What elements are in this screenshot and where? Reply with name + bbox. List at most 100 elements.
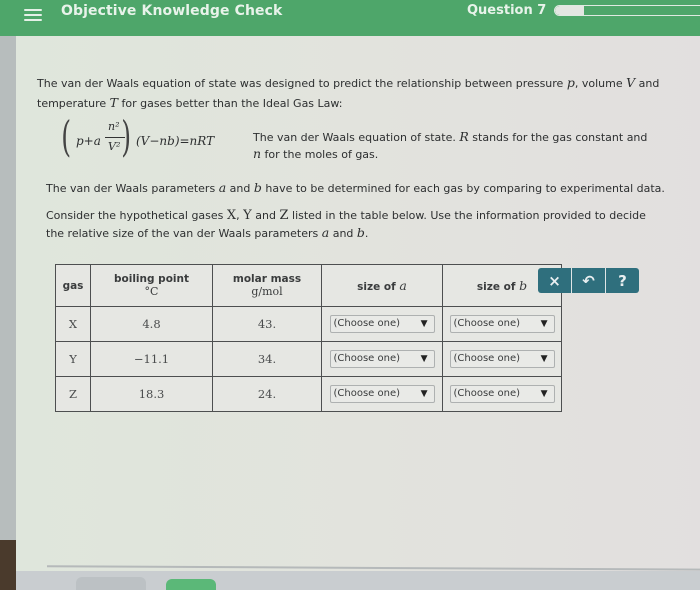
table-row: Y −11.1 34. (Choose one) ▼ (Choose one) ▼: [55, 341, 562, 377]
size-b-select-x[interactable]: (Choose one) ▼: [449, 315, 555, 333]
size-a-select-x[interactable]: (Choose one) ▼: [329, 315, 435, 333]
cell-boiling-point: −11.1: [90, 341, 213, 377]
table-row: Z 18.3 24. (Choose one) ▼ (Choose one) ▼: [55, 376, 562, 412]
cell-size-b: (Choose one) ▼: [442, 376, 562, 412]
size-b-select-z[interactable]: (Choose one) ▼: [449, 385, 555, 403]
var-V: V: [626, 75, 636, 90]
right-paren: ): [121, 112, 132, 161]
para-text: and: [251, 209, 280, 222]
header-molar-mass: molar mass g/mol: [212, 264, 322, 307]
clear-button[interactable]: ×: [538, 268, 572, 293]
intro-text: The van der Waals equation of state was …: [37, 77, 567, 90]
dropdown-caret-icon: ▼: [540, 389, 548, 399]
select-value: (Choose one): [453, 388, 521, 399]
dropdown-caret-icon: ▼: [540, 354, 548, 364]
cell-molar-mass: 43.: [212, 306, 322, 342]
left-edge-dark: [0, 540, 16, 590]
header-size-a-label: size of: [357, 281, 400, 293]
para-text: and: [329, 227, 357, 240]
gas-table: gas boiling point °C molar mass g/mol si…: [55, 264, 562, 412]
footer-tab[interactable]: [76, 577, 146, 590]
var-b: b: [356, 225, 365, 240]
desc-text: stands for the gas constant and: [468, 131, 648, 144]
gas-X: X: [226, 208, 237, 223]
header-boiling-point-label: boiling point: [114, 273, 189, 285]
table-header-row: gas boiling point °C molar mass g/mol si…: [55, 264, 562, 307]
header-boiling-point-unit: °C: [144, 285, 159, 298]
cell-boiling-point: 4.8: [90, 306, 213, 342]
eq-numerator: n²: [108, 120, 120, 133]
left-edge: [0, 0, 16, 590]
header-size-a: size of a: [321, 264, 443, 307]
cell-size-b: (Choose one) ▼: [442, 306, 562, 342]
para-text: The van der Waals parameters: [46, 182, 219, 195]
cell-size-a: (Choose one) ▼: [321, 306, 443, 342]
header-boiling-point: boiling point °C: [90, 264, 213, 307]
table-row: X 4.8 43. (Choose one) ▼ (Choose one) ▼: [55, 306, 562, 342]
cell-gas: Y: [55, 341, 91, 377]
header-molar-mass-label: molar mass: [232, 273, 302, 285]
instructions-paragraph: Consider the hypothetical gases X, Y and…: [46, 207, 666, 242]
header-molar-mass-unit: g/mol: [251, 285, 283, 298]
gas-Y: Y: [243, 208, 252, 223]
eq-rest: (V−nb)=nRT: [136, 134, 215, 148]
question-number: Question 7: [467, 3, 547, 18]
eq-p-plus-a: p+a: [76, 134, 101, 148]
var-a: a: [399, 278, 407, 293]
eq-denominator: V²: [108, 140, 121, 153]
desc-text: for the moles of gas.: [261, 148, 379, 161]
header-size-b-label: size of: [476, 281, 520, 293]
var-b: b: [519, 278, 528, 293]
help-button[interactable]: ?: [606, 268, 639, 293]
select-value: (Choose one): [333, 353, 401, 364]
size-a-select-z[interactable]: (Choose one) ▼: [329, 385, 435, 403]
para-text: .: [364, 227, 369, 240]
parameters-paragraph: The van der Waals parameters a and b hav…: [46, 178, 665, 198]
hamburger-menu-icon[interactable]: [24, 6, 42, 24]
intro-paragraph: The van der Waals equation of state was …: [37, 73, 667, 113]
equation-description: The van der Waals equation of state. R s…: [253, 129, 653, 163]
cell-size-a: (Choose one) ▼: [321, 376, 443, 412]
var-R: R: [459, 129, 469, 144]
para-text: Consider the hypothetical gases: [46, 209, 227, 222]
cell-boiling-point: 18.3: [90, 376, 213, 412]
cell-size-a: (Choose one) ▼: [321, 341, 443, 377]
para-text: and: [226, 182, 254, 195]
desc-text: The van der Waals equation of state.: [253, 131, 460, 144]
progress-bar: [554, 5, 700, 16]
progress-fill: [555, 6, 584, 15]
cell-gas: X: [55, 306, 91, 342]
select-value: (Choose one): [453, 353, 521, 364]
header-gas: gas: [55, 264, 91, 307]
dropdown-caret-icon: ▼: [420, 319, 428, 329]
gas-Z: Z: [279, 208, 289, 223]
var-T: T: [109, 95, 118, 110]
select-value: (Choose one): [333, 388, 401, 399]
cell-molar-mass: 24.: [212, 376, 322, 412]
cell-size-b: (Choose one) ▼: [442, 341, 562, 377]
left-paren: (: [61, 112, 72, 161]
intro-text: , volume: [574, 77, 627, 90]
var-n: n: [253, 146, 262, 161]
undo-icon: ↶: [582, 271, 595, 290]
size-b-select-y[interactable]: (Choose one) ▼: [449, 350, 555, 368]
close-icon: ×: [548, 271, 561, 290]
app-title: Objective Knowledge Check: [61, 3, 283, 19]
cell-gas: Z: [55, 376, 91, 412]
var-p: p: [566, 75, 575, 90]
help-icon: ?: [618, 271, 627, 290]
select-value: (Choose one): [453, 318, 521, 329]
para-text: have to be determined for each gas by co…: [261, 182, 665, 195]
select-value: (Choose one): [333, 318, 401, 329]
header-bar: Objective Knowledge Check Question 7: [0, 0, 700, 36]
dropdown-caret-icon: ▼: [420, 389, 428, 399]
cell-molar-mass: 34.: [212, 341, 322, 377]
intro-text: for gases better than the Ideal Gas Law:: [117, 97, 343, 110]
dropdown-caret-icon: ▼: [420, 354, 428, 364]
footer-tab-active[interactable]: [166, 579, 216, 590]
undo-button[interactable]: ↶: [572, 268, 606, 293]
size-a-select-y[interactable]: (Choose one) ▼: [329, 350, 435, 368]
var-b: b: [253, 180, 262, 195]
dropdown-caret-icon: ▼: [540, 319, 548, 329]
answer-tools: × ↶ ?: [538, 268, 639, 293]
